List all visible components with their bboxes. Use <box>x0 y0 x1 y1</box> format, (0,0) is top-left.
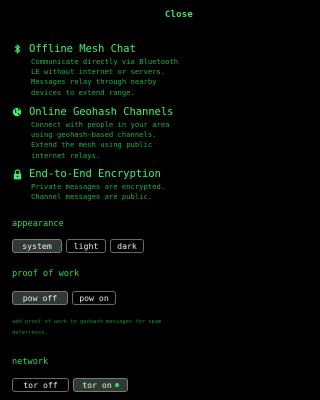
pow-off-button[interactable]: pow off <box>12 291 68 305</box>
feature-description: Private messages are encrypted. Channel … <box>31 182 166 202</box>
appearance-label: appearance <box>12 219 64 229</box>
network-selector: tor off tor on <box>12 378 128 392</box>
network-label: network <box>12 357 49 367</box>
pow-on-button[interactable]: pow on <box>72 291 116 305</box>
bluetooth-icon <box>12 44 22 55</box>
feature-geohash-channels: Online Geohash Channels Connect with peo… <box>12 106 198 161</box>
tor-on-label: tor on <box>82 380 112 390</box>
globe-icon <box>12 107 22 118</box>
connection-status-dot <box>114 383 119 387</box>
appearance-option-system[interactable]: system <box>12 239 62 253</box>
feature-title: Online Geohash Channels <box>29 106 174 118</box>
feature-offline-mesh: Offline Mesh Chat Communicate directly v… <box>12 43 198 98</box>
proof-of-work-hint: add proof of work to geohash messages fo… <box>12 319 162 336</box>
tor-on-button[interactable]: tor on <box>73 378 128 392</box>
feature-encryption: End-to-End Encryption Private messages a… <box>12 168 198 202</box>
proof-of-work-label: proof of work <box>12 269 80 279</box>
feature-description: Communicate directly via Bluetooth LE wi… <box>31 57 179 97</box>
feature-description: Connect with people in your area using g… <box>31 120 170 160</box>
appearance-selector: system light dark <box>12 239 144 253</box>
feature-title: Offline Mesh Chat <box>29 43 136 55</box>
appearance-option-dark[interactable]: dark <box>110 239 144 253</box>
feature-title: End-to-End Encryption <box>29 168 161 180</box>
close-button[interactable]: Close <box>165 10 193 20</box>
lock-icon <box>12 168 22 180</box>
tor-off-button[interactable]: tor off <box>12 378 69 392</box>
appearance-option-light[interactable]: light <box>66 239 106 253</box>
proof-of-work-selector: pow off pow on <box>12 291 116 305</box>
